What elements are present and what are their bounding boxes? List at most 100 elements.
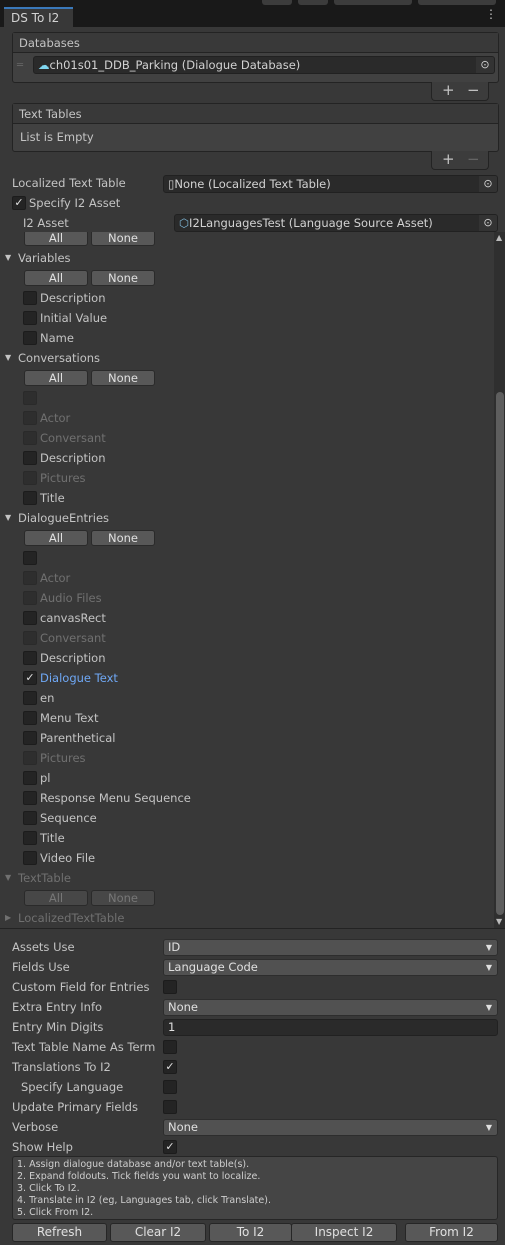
field-checkbox-row[interactable]: ✓ Dialogue Text (0, 668, 494, 688)
all-button[interactable]: All (24, 232, 88, 246)
field-checkbox (23, 571, 37, 585)
field-checkbox-row[interactable]: canvasRect (0, 608, 494, 628)
remove-database-button[interactable]: − (467, 81, 480, 99)
assets-use-label: Assets Use (12, 940, 75, 954)
inspect-i2-button[interactable]: Inspect I2 (291, 1223, 397, 1242)
field-checkbox[interactable] (23, 651, 37, 665)
foldout-variables[interactable]: ▼ Variables (0, 248, 494, 268)
foldout-conversations[interactable]: ▼ Conversations (0, 348, 494, 368)
foldout-expanded-icon[interactable]: ▼ (5, 508, 11, 528)
all-button[interactable]: All (24, 270, 88, 286)
field-checkbox-row[interactable]: Initial Value (0, 308, 494, 328)
show-help-checkbox[interactable]: ✓ (163, 1140, 177, 1154)
field-checkbox-row[interactable]: Title (0, 828, 494, 848)
specify-language-checkbox[interactable] (163, 1080, 177, 1094)
all-none-buttons: All None (0, 268, 494, 288)
field-checkbox[interactable] (23, 691, 37, 705)
add-text-table-button[interactable]: + (442, 150, 455, 168)
kebab-icon[interactable]: ⋮ (485, 8, 497, 20)
field-checkbox[interactable] (23, 771, 37, 785)
field-checkbox[interactable] (23, 811, 37, 825)
clear-i2-button[interactable]: Clear I2 (110, 1223, 206, 1242)
none-button[interactable]: None (91, 270, 155, 286)
to-i2-button[interactable]: To I2 (209, 1223, 292, 1242)
none-button[interactable]: None (91, 890, 155, 906)
field-checkbox-row[interactable]: Description (0, 288, 494, 308)
i2-asset-field[interactable]: ⬡I2LanguagesTest (Language Source Asset)… (174, 214, 498, 232)
toolbar-button[interactable] (334, 0, 412, 5)
field-checkbox-row[interactable]: en (0, 688, 494, 708)
field-checkbox[interactable] (23, 311, 37, 325)
none-button[interactable]: None (91, 370, 155, 386)
refresh-button[interactable]: Refresh (12, 1223, 107, 1242)
foldout-expanded-icon[interactable]: ▼ (5, 348, 11, 368)
all-button[interactable]: All (24, 530, 88, 546)
extra-entry-info-dropdown[interactable]: None ▼ (163, 999, 498, 1016)
toolbar-button[interactable] (298, 0, 328, 5)
field-checkbox[interactable] (23, 291, 37, 305)
drag-handle-icon[interactable]: ═ (17, 60, 23, 71)
remove-text-table-button[interactable]: − (467, 150, 480, 168)
field-checkbox-row[interactable]: Title (0, 488, 494, 508)
field-checkbox[interactable]: ✓ (23, 671, 37, 685)
chevron-down-icon: ▼ (485, 943, 492, 952)
field-checkbox[interactable] (23, 491, 37, 505)
text-table-name-as-term-checkbox[interactable] (163, 1040, 177, 1054)
assets-use-dropdown[interactable]: ID ▼ (163, 939, 498, 956)
toolbar-button[interactable] (262, 0, 292, 5)
object-picker-icon[interactable]: ⊙ (479, 176, 497, 192)
field-checkbox-row[interactable]: Description (0, 648, 494, 668)
foldout-title: Conversations (18, 351, 101, 365)
database-field[interactable]: ☁ch01s01_DDB_Parking (Dialogue Database)… (33, 56, 495, 74)
field-checkbox-row[interactable]: Video File (0, 848, 494, 868)
object-picker-icon[interactable]: ⊙ (476, 57, 494, 73)
verbose-label: Verbose (12, 1120, 59, 1134)
scroll-up-icon[interactable]: ▲ (496, 233, 502, 242)
field-checkbox[interactable] (23, 551, 37, 565)
field-checkbox[interactable] (23, 451, 37, 465)
specify-i2-checkbox[interactable]: ✓ (12, 196, 26, 210)
field-checkbox-row[interactable]: Parenthetical (0, 728, 494, 748)
field-checkbox[interactable] (23, 851, 37, 865)
field-checkbox[interactable] (23, 611, 37, 625)
field-checkbox[interactable] (23, 791, 37, 805)
translations-to-i2-checkbox[interactable]: ✓ (163, 1060, 177, 1074)
field-checkbox-row[interactable]: Sequence (0, 808, 494, 828)
field-checkbox-row[interactable]: Description (0, 448, 494, 468)
none-button[interactable]: None (91, 530, 155, 546)
verbose-dropdown[interactable]: None ▼ (163, 1119, 498, 1136)
field-checkbox-row[interactable]: Name (0, 328, 494, 348)
fields-use-dropdown[interactable]: Language Code ▼ (163, 959, 498, 976)
toolbar-button[interactable] (418, 0, 496, 5)
field-label: Actor (40, 411, 71, 425)
all-button[interactable]: All (24, 370, 88, 386)
foldout-title: TextTable (18, 871, 71, 885)
scroll-down-icon[interactable]: ▼ (496, 917, 502, 926)
tab-ds-to-i2[interactable]: DS To I2 (4, 7, 73, 28)
foldout-collapsed-icon[interactable]: ▶ (5, 908, 11, 928)
all-button[interactable]: All (24, 890, 88, 906)
scrollbar-thumb[interactable] (496, 392, 504, 915)
foldout-texttable[interactable]: ▼ TextTable (0, 868, 494, 888)
from-i2-button[interactable]: From I2 (405, 1223, 498, 1242)
add-database-button[interactable]: + (442, 81, 455, 99)
object-picker-icon[interactable]: ⊙ (479, 215, 497, 231)
field-checkbox-row[interactable]: Menu Text (0, 708, 494, 728)
field-checkbox[interactable] (23, 731, 37, 745)
field-checkbox[interactable] (23, 331, 37, 345)
none-button[interactable]: None (91, 232, 155, 246)
custom-field-for-entries-checkbox[interactable] (163, 980, 177, 994)
field-checkbox[interactable] (23, 711, 37, 725)
foldout-expanded-icon[interactable]: ▼ (5, 868, 11, 888)
localized-text-table-field[interactable]: ▯None (Localized Text Table) ⊙ (163, 175, 498, 193)
foldout-expanded-icon[interactable]: ▼ (5, 248, 11, 268)
field-checkbox[interactable] (23, 831, 37, 845)
field-checkbox-row[interactable] (0, 548, 494, 568)
update-primary-fields-checkbox[interactable] (163, 1100, 177, 1114)
entry-min-digits-input[interactable]: 1 (163, 1019, 498, 1036)
foldout-dialogueentries[interactable]: ▼ DialogueEntries (0, 508, 494, 528)
field-checkbox-row[interactable]: pl (0, 768, 494, 788)
field-checkbox-row[interactable]: Response Menu Sequence (0, 788, 494, 808)
foldout-localizedtexttable[interactable]: ▶ LocalizedTextTable (0, 908, 494, 928)
field-label: Description (40, 651, 106, 665)
